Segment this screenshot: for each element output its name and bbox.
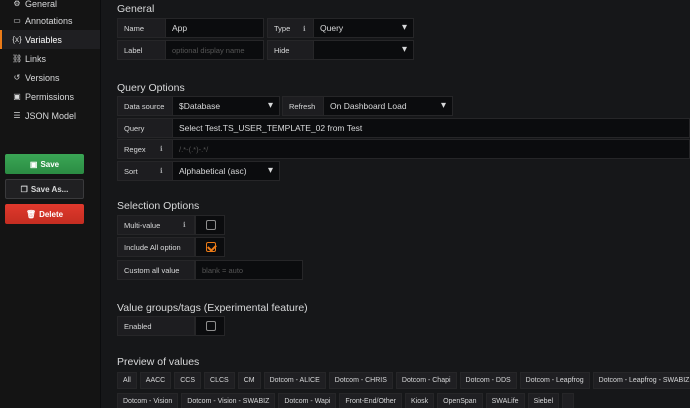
sidebar-item-links[interactable]: ⛓ Links bbox=[0, 49, 100, 68]
preview-value: Dotcom - ALICE bbox=[263, 372, 326, 389]
preview-value: Dotcom - Leapfrog - SWABIZ bbox=[592, 372, 690, 389]
history-icon: ↺ bbox=[13, 73, 21, 82]
sidebar-item-label: Variables bbox=[25, 34, 62, 45]
code-icon: ☰ bbox=[13, 111, 21, 120]
preview-value: SWALife bbox=[485, 393, 525, 408]
info-icon[interactable]: ℹ bbox=[160, 145, 163, 153]
sidebar-item-json-model[interactable]: ☰ JSON Model bbox=[0, 106, 100, 125]
custom-all-input[interactable]: blank = auto bbox=[195, 260, 303, 280]
preview-value: All bbox=[117, 372, 137, 389]
preview-value: Kiosk bbox=[404, 393, 435, 408]
refresh-label: Refresh bbox=[282, 96, 324, 116]
sidebar-item-annotations[interactable]: ▭ Annotations bbox=[0, 11, 100, 30]
include-all-checkbox[interactable] bbox=[206, 242, 216, 252]
preview-value: Dotcom - Wapi bbox=[278, 393, 337, 408]
preview-value: CLCS bbox=[204, 372, 235, 389]
preview-value: Dotcom - DDS bbox=[459, 372, 517, 389]
preview-value: CCS bbox=[174, 372, 202, 389]
save-icon: ▣ bbox=[29, 159, 38, 169]
sort-select[interactable]: Alphabetical (asc) bbox=[172, 161, 280, 181]
include-all-checkbox-wrap bbox=[195, 237, 225, 257]
sidebar-item-versions[interactable]: ↺ Versions bbox=[0, 68, 100, 87]
preview-title: Preview of values bbox=[117, 356, 200, 368]
preview-value: Dotcom - CHRIS bbox=[328, 372, 393, 389]
link-icon: ⛓ bbox=[12, 54, 23, 63]
value-groups-title: Value groups/tags (Experimental feature) bbox=[117, 302, 308, 314]
info-icon[interactable]: ℹ bbox=[183, 221, 186, 229]
lock-icon: ▣ bbox=[13, 92, 21, 101]
sidebar-item-variables[interactable]: {x} Variables bbox=[0, 30, 100, 49]
settings-nav: ⚙ General ▭ Annotations {x} Variables ⛓ … bbox=[0, 0, 100, 125]
preview-value: OpenSpan bbox=[437, 393, 483, 408]
type-select[interactable]: Query bbox=[313, 18, 414, 38]
query-label: Query bbox=[117, 118, 173, 138]
name-label: Name bbox=[117, 18, 167, 38]
preview-values-row-1: All AACC CCS CLCS CM Dotcom - ALICE Dotc… bbox=[117, 372, 690, 389]
sidebar-item-label: JSON Model bbox=[25, 110, 77, 121]
save-as-button[interactable]: ❐ Save As... bbox=[5, 179, 84, 199]
preview-value: Front-End/Other bbox=[339, 393, 402, 408]
sidebar-item-label: General bbox=[25, 0, 58, 9]
preview-value: AACC bbox=[139, 372, 172, 389]
general-section-title: General bbox=[117, 3, 155, 15]
settings-sidebar: ⚙ General ▭ Annotations {x} Variables ⛓ … bbox=[0, 0, 100, 408]
custom-all-label: Custom all value bbox=[117, 260, 195, 280]
enabled-checkbox-wrap bbox=[195, 316, 225, 336]
multi-value-checkbox[interactable] bbox=[206, 220, 216, 230]
preview-value: Siebel bbox=[527, 393, 560, 408]
info-icon[interactable]: ℹ bbox=[303, 25, 306, 33]
sidebar-item-label: Versions bbox=[25, 72, 60, 83]
delete-button[interactable]: 🗑 Delete bbox=[5, 204, 84, 224]
multi-value-checkbox-wrap bbox=[195, 215, 225, 235]
datasource-label: Data source bbox=[117, 96, 173, 116]
preview-value: Dotcom - Leapfrog bbox=[519, 372, 590, 389]
regex-label: Regex bbox=[117, 139, 173, 159]
variable-icon: {x} bbox=[12, 35, 22, 44]
sidebar-item-label: Links bbox=[25, 53, 47, 64]
preview-value: CM bbox=[237, 372, 261, 389]
selection-options-title: Selection Options bbox=[117, 200, 200, 212]
enabled-checkbox[interactable] bbox=[206, 321, 216, 331]
regex-input[interactable]: /.*-(.*)-.*/ bbox=[172, 139, 690, 159]
comment-icon: ▭ bbox=[13, 16, 21, 25]
variable-editor: General Name App Type ℹ Query Label opti… bbox=[101, 0, 690, 408]
preview-value: Dotcom - Vision - SWABIZ bbox=[181, 393, 276, 408]
datasource-select[interactable]: $Database bbox=[172, 96, 280, 116]
label-label: Label bbox=[117, 40, 167, 60]
include-all-label: Include All option bbox=[117, 237, 195, 257]
sidebar-item-general[interactable]: ⚙ General bbox=[0, 0, 100, 11]
label-input[interactable]: optional display name bbox=[165, 40, 264, 60]
query-input[interactable]: Select Test.TS_USER_TEMPLATE_02 from Tes… bbox=[172, 118, 690, 138]
info-icon[interactable]: ℹ bbox=[160, 167, 163, 175]
gear-icon: ⚙ bbox=[13, 0, 21, 8]
name-input[interactable]: App bbox=[165, 18, 264, 38]
sort-label: Sort bbox=[117, 161, 173, 181]
refresh-select[interactable]: On Dashboard Load bbox=[323, 96, 453, 116]
preview-values-row-2: Dotcom - Vision Dotcom - Vision - SWABIZ… bbox=[117, 393, 575, 408]
enabled-label: Enabled bbox=[117, 316, 195, 336]
hide-label: Hide bbox=[267, 40, 315, 60]
preview-value: Dotcom - Vision bbox=[117, 393, 179, 408]
query-options-title: Query Options bbox=[117, 82, 185, 94]
preview-value: Dotcom - Chapi bbox=[395, 372, 457, 389]
sidebar-item-permissions[interactable]: ▣ Permissions bbox=[0, 87, 100, 106]
hide-select[interactable] bbox=[313, 40, 414, 60]
type-label: Type bbox=[267, 18, 315, 38]
sidebar-item-label: Annotations bbox=[25, 15, 73, 26]
trash-icon: 🗑 bbox=[25, 209, 37, 219]
copy-icon: ❐ bbox=[20, 184, 28, 194]
save-button[interactable]: ▣ Save bbox=[5, 154, 84, 174]
preview-value bbox=[562, 393, 575, 408]
sidebar-item-label: Permissions bbox=[25, 91, 75, 102]
